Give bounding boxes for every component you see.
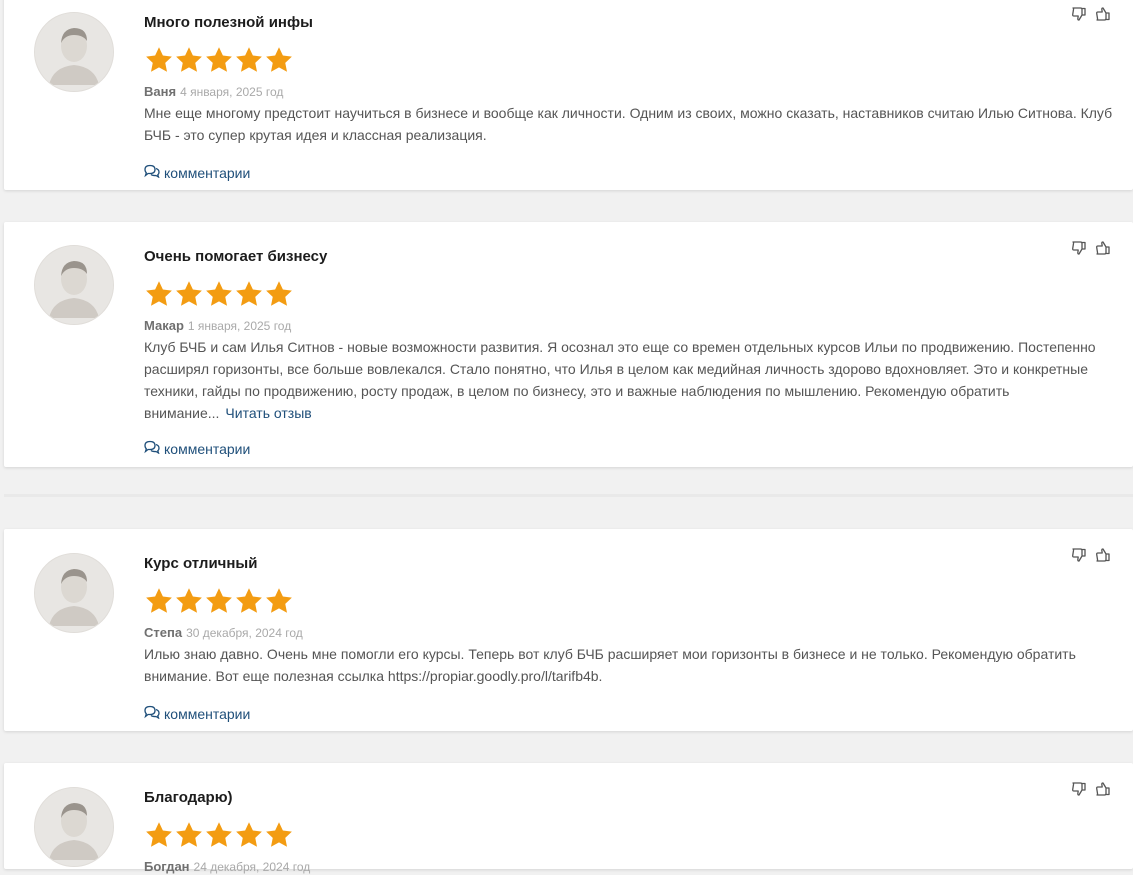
review-author: Степа (144, 625, 183, 640)
review-author: Макар (144, 318, 184, 333)
review-date: 24 декабря, 2024 год (193, 860, 311, 874)
star-icon (234, 279, 264, 309)
star-rating (144, 279, 294, 309)
star-icon (204, 45, 234, 75)
star-icon (234, 45, 264, 75)
review-title: Очень помогает бизнесу (144, 248, 328, 265)
review-body: Мне еще многому предстоит научиться в би… (144, 105, 1113, 143)
star-icon (264, 279, 294, 309)
vote-controls (1071, 781, 1111, 797)
review-title: Курс отличный (144, 555, 258, 572)
star-icon (144, 45, 174, 75)
thumbs-up-icon[interactable] (1095, 6, 1111, 22)
review-meta: Степа 30 декабря, 2024 год (144, 625, 303, 641)
speech-bubbles-icon (144, 164, 160, 181)
star-icon (174, 45, 204, 75)
comments-link[interactable]: комментарии (144, 164, 250, 181)
review-card: Курс отличный Степа 30 декабря, 2024 год … (4, 529, 1133, 731)
review-title: Благодарю) (144, 789, 233, 806)
thumbs-up-icon[interactable] (1095, 547, 1111, 563)
review-body: Илью знаю давно. Очень мне помогли его к… (144, 646, 1076, 684)
star-icon (144, 586, 174, 616)
vote-controls (1071, 240, 1111, 256)
comments-label: комментарии (164, 440, 251, 457)
star-icon (264, 586, 294, 616)
star-icon (234, 586, 264, 616)
comments-link[interactable]: комментарии (144, 440, 250, 457)
star-icon (264, 820, 294, 850)
review-text: Клуб БЧБ и сам Илья Ситнов - новые возмо… (144, 336, 1119, 424)
review-title: Много полезной инфы (144, 14, 313, 31)
read-review-link[interactable]: Читать отзыв (225, 405, 311, 421)
star-icon (204, 279, 234, 309)
star-icon (144, 820, 174, 850)
thumbs-down-icon[interactable] (1071, 240, 1087, 256)
star-icon (234, 820, 264, 850)
star-rating (144, 820, 294, 850)
review-date: 4 января, 2025 год (180, 85, 284, 99)
review-text: Илью знаю давно. Очень мне помогли его к… (144, 643, 1119, 687)
speech-bubbles-icon (144, 440, 160, 457)
default-user-avatar-icon (34, 245, 114, 325)
review-card: Много полезной инфы Ваня 4 января, 2025 г… (4, 0, 1133, 190)
review-card: Очень помогает бизнесу Макар 1 января, 20… (4, 222, 1133, 467)
star-icon (264, 45, 294, 75)
review-meta: Ваня 4 января, 2025 год (144, 84, 283, 100)
comments-link[interactable]: комментарии (144, 705, 250, 722)
vote-controls (1071, 547, 1111, 563)
review-card: Благодарю) Богдан 24 декабря, 2024 год (4, 763, 1133, 874)
speech-bubbles-icon (144, 705, 160, 722)
star-icon (174, 586, 204, 616)
section-divider (4, 494, 1133, 497)
review-meta: Богдан 24 декабря, 2024 год (144, 859, 310, 875)
star-rating (144, 45, 294, 75)
thumbs-down-icon[interactable] (1071, 547, 1087, 563)
thumbs-up-icon[interactable] (1095, 781, 1111, 797)
review-author: Богдан (144, 859, 190, 874)
review-author: Ваня (144, 84, 177, 99)
review-meta: Макар 1 января, 2025 год (144, 318, 291, 334)
comments-label: комментарии (164, 164, 251, 181)
star-icon (174, 820, 204, 850)
default-user-avatar-icon (34, 12, 114, 92)
star-icon (204, 586, 234, 616)
thumbs-down-icon[interactable] (1071, 781, 1087, 797)
star-icon (204, 820, 234, 850)
default-user-avatar-icon (34, 553, 114, 633)
star-icon (174, 279, 204, 309)
comments-label: комментарии (164, 705, 251, 722)
thumbs-up-icon[interactable] (1095, 240, 1111, 256)
thumbs-down-icon[interactable] (1071, 6, 1087, 22)
review-text: Мне еще многому предстоит научиться в би… (144, 102, 1119, 146)
star-rating (144, 586, 294, 616)
vote-controls (1071, 6, 1111, 22)
default-user-avatar-icon (34, 787, 114, 867)
star-icon (144, 279, 174, 309)
review-date: 30 декабря, 2024 год (186, 626, 303, 640)
review-date: 1 января, 2025 год (187, 319, 292, 333)
